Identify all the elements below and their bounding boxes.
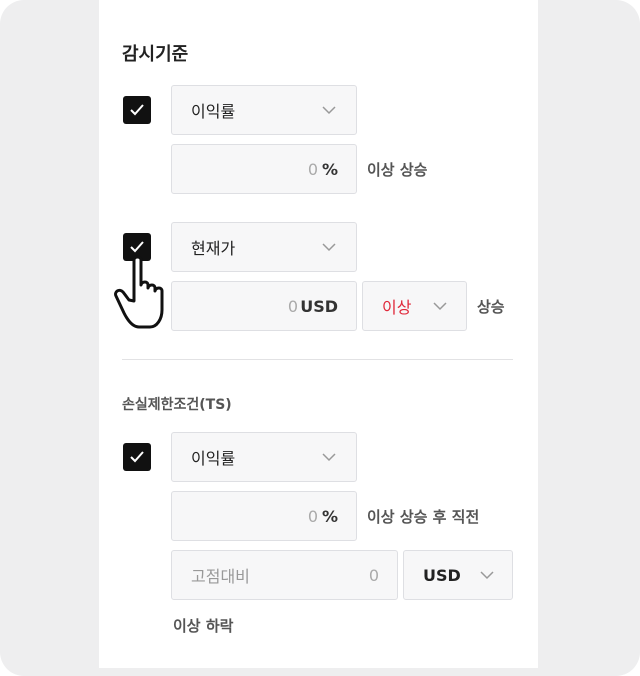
profit-rate-select[interactable]: 이익률 [171,85,357,135]
unit-label: USD [300,296,338,316]
check-icon [130,104,144,116]
select-value: 이익률 [191,449,236,468]
input-placeholder: 고점대비 [191,567,250,586]
condition-text: 이상 상승 [367,161,428,179]
section-divider [122,359,513,360]
check-icon [130,241,144,253]
check-icon [130,451,144,463]
screen-frame: 감시기준 이익률 0 % 이상 상승 현재가 0 USD 이상 상승 손실제한조… [0,0,640,676]
select-value: 이익률 [191,102,236,121]
hand-pointer-icon [114,255,164,329]
input-value: 0 [287,296,298,316]
compare-select[interactable]: 이상 [362,281,467,331]
profit-rate-checkbox[interactable] [123,96,151,124]
chevron-down-icon [480,571,494,580]
stoploss-section-title: 손실제한조건(TS) [122,397,232,413]
chevron-down-icon [322,106,336,115]
condition-text: 이상 하락 [173,617,234,635]
profit-rate-input[interactable]: 0 % [171,144,357,194]
chevron-down-icon [322,453,336,462]
input-value: 0 [368,565,379,585]
input-value: 0 [307,159,318,179]
current-price-select[interactable]: 현재가 [171,222,357,272]
monitor-section-title: 감시기준 [122,44,189,65]
condition-text: 상승 [477,298,505,316]
chevron-down-icon [322,243,336,252]
ts-profit-rate-checkbox[interactable] [123,443,151,471]
input-value: 0 [307,506,318,526]
current-price-input[interactable]: 0 USD [171,281,357,331]
unit-label: % [321,506,338,526]
select-value: 이상 [382,298,412,317]
currency-select[interactable]: USD [403,550,513,600]
high-point-input[interactable]: 고점대비 0 [171,550,398,600]
ts-profit-rate-select[interactable]: 이익률 [171,432,357,482]
ts-profit-rate-input[interactable]: 0 % [171,491,357,541]
chevron-down-icon [433,302,447,311]
select-value: 현재가 [191,239,236,258]
select-value: USD [423,565,461,585]
condition-text: 이상 상승 후 직전 [367,508,480,526]
unit-label: % [321,159,338,179]
